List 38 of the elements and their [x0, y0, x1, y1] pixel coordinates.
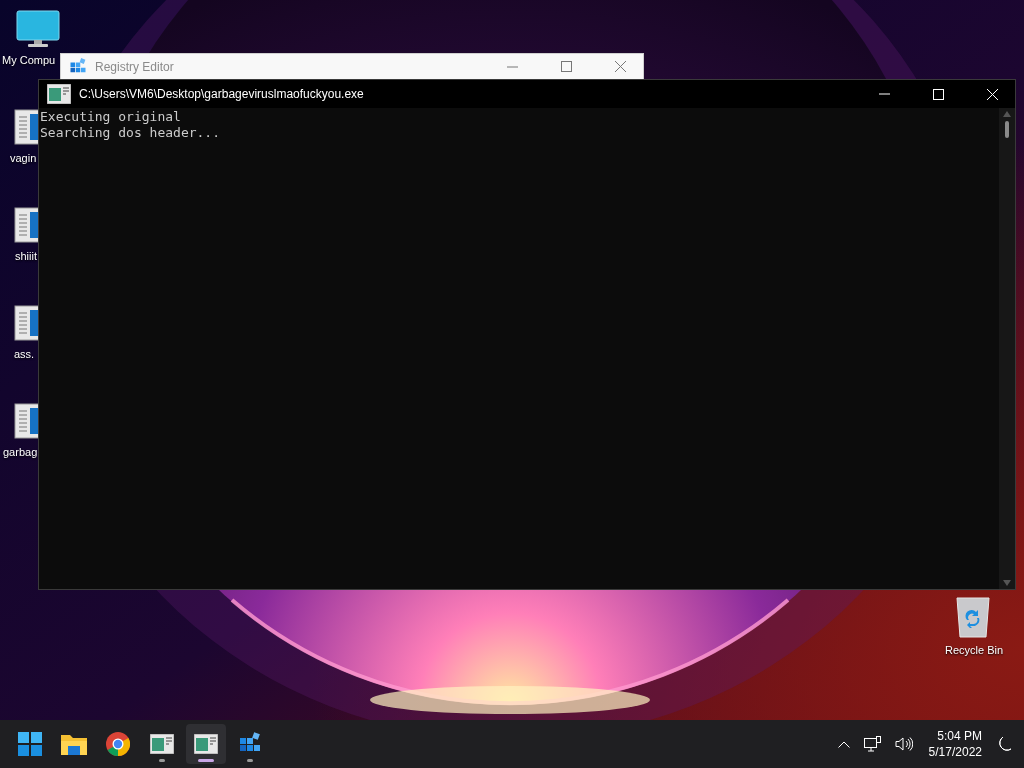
desktop-icon-label[interactable]: ass.	[14, 348, 35, 360]
minimize-icon	[878, 93, 890, 95]
desktop-icon-label[interactable]: My Compu	[2, 54, 56, 66]
console-app-icon	[47, 84, 71, 104]
desktop-icon-label[interactable]: vagin	[10, 152, 37, 164]
document-icon	[14, 304, 38, 342]
close-icon	[986, 88, 998, 100]
recycle-bin-icon	[955, 596, 991, 638]
moon-icon	[998, 736, 1012, 752]
folder-icon	[61, 733, 87, 755]
scrollbar[interactable]	[999, 108, 1015, 589]
chevron-up-icon	[837, 740, 850, 748]
console-app-icon	[194, 734, 218, 754]
chrome-icon	[106, 732, 130, 756]
clock[interactable]: 5:04 PM 5/17/2022	[922, 729, 988, 759]
window-title: Registry Editor	[95, 59, 175, 74]
speaker-icon	[894, 737, 913, 751]
document-icon	[14, 402, 38, 440]
scroll-down-icon[interactable]	[1003, 580, 1011, 586]
console-line: Searching dos header...	[40, 125, 221, 141]
scroll-thumb[interactable]	[1005, 121, 1009, 138]
windows-logo-icon	[18, 732, 42, 756]
close-icon	[614, 61, 626, 72]
network-computer-icon	[863, 736, 881, 752]
desktop-icon-label[interactable]: Recycle Bin	[945, 644, 1004, 656]
maximize-icon	[560, 61, 572, 72]
document-icon	[14, 206, 38, 244]
minimize-icon	[506, 65, 518, 68]
maximize-icon	[932, 88, 944, 100]
window-title: C:\Users\VM6\Desktop\garbageviruslmaofuckyou.exe	[79, 87, 365, 101]
document-icon	[14, 108, 38, 146]
console-line: Executing original	[40, 109, 182, 125]
desktop-icon-label[interactable]: garbag	[3, 446, 38, 458]
scroll-up-icon[interactable]	[1003, 111, 1011, 117]
console-app-icon	[150, 734, 174, 754]
console-app-button[interactable]	[186, 724, 226, 764]
monitor-icon	[16, 10, 60, 48]
desktop-icon-label[interactable]: shiiit	[15, 250, 37, 262]
